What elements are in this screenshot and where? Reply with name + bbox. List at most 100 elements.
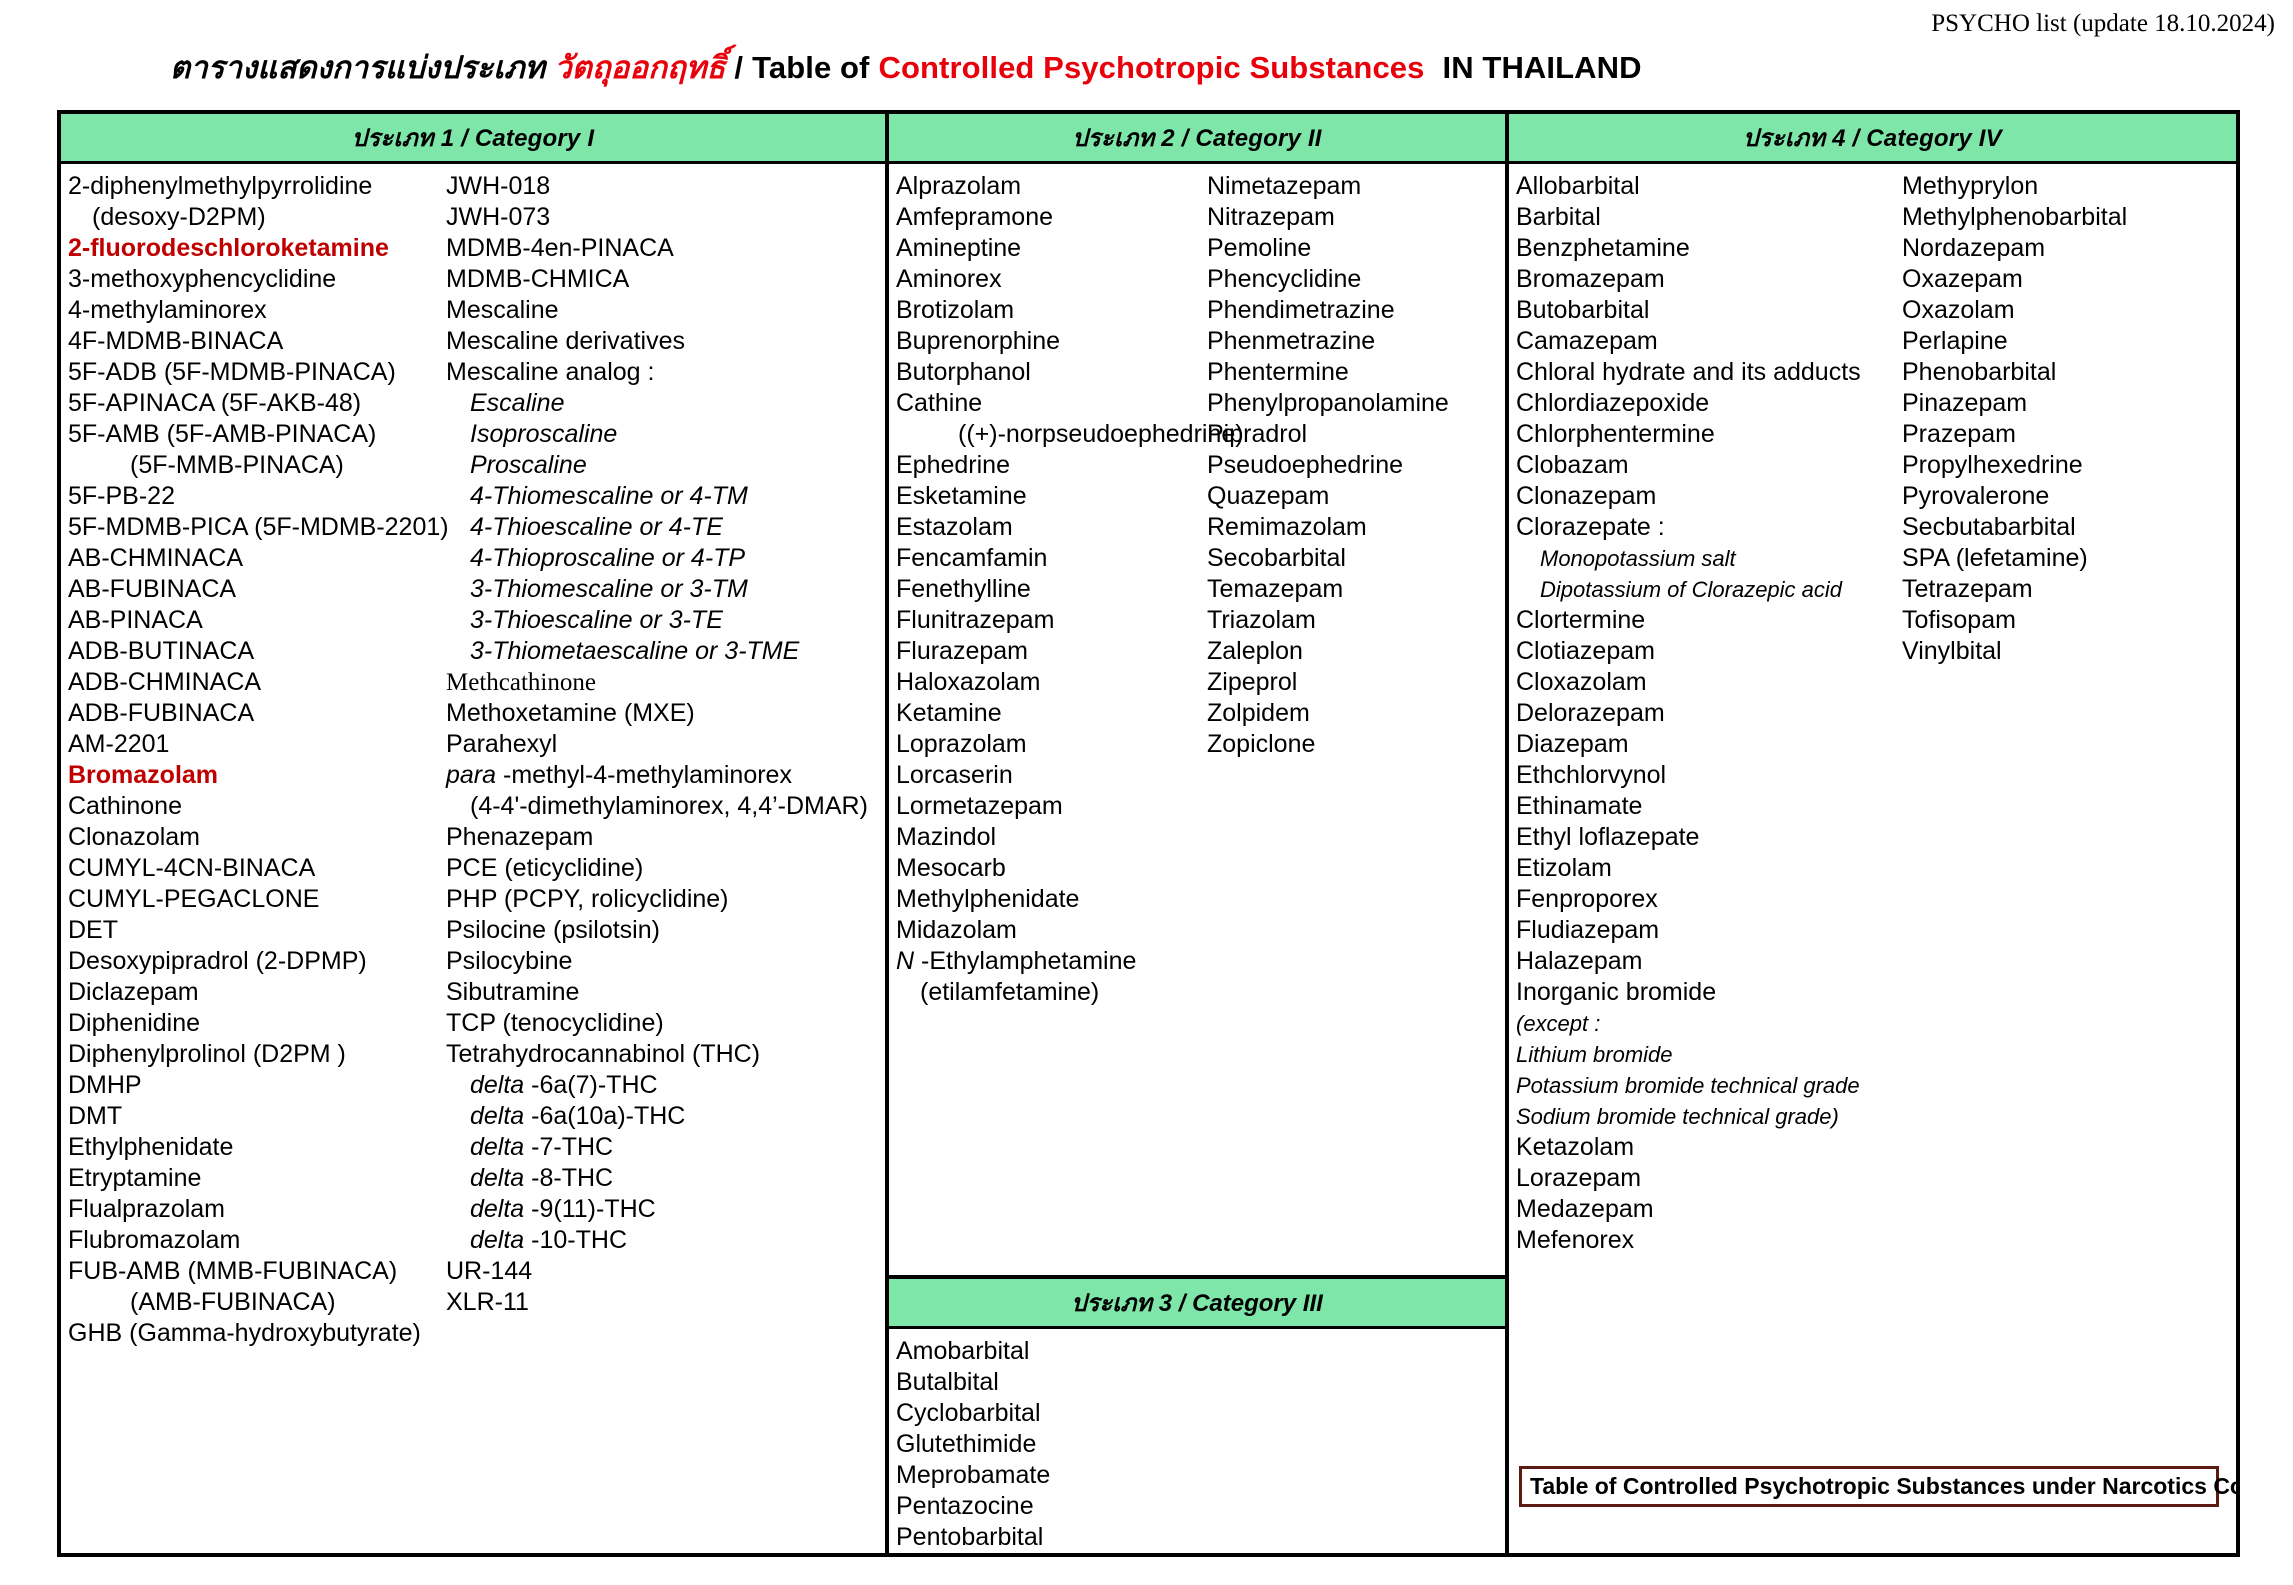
substance-entry: FUB-AMB (MMB-FUBINACA)	[68, 1257, 398, 1285]
substance-entry: Chloral hydrate and its adducts	[1516, 358, 1861, 386]
substance-entry: Parahexyl	[446, 730, 558, 758]
substance-entry: Secbutabarbital	[1902, 513, 2076, 541]
substance-entry: PCE (eticyclidine)	[446, 854, 644, 882]
substance-entry: Diphenylprolinol (D2PM )	[68, 1040, 346, 1068]
substance-entry: Nimetazepam	[1207, 172, 1362, 200]
substance-entry: Methylphenobarbital	[1902, 203, 2128, 231]
category-4-sublist-b: Methyprylon Methylphenobarbital Nordazepam…	[1902, 164, 2232, 1553]
substance-entry: Oxazolam	[1902, 296, 2015, 324]
substance-entry: Allobarbital	[1516, 172, 1640, 200]
substance-entry: Psilocine (psilotsin)	[446, 916, 660, 944]
substance-entry: Butobarbital	[1516, 296, 1650, 324]
substance-entry: Clorazepate :	[1516, 513, 1665, 541]
substance-entry: 4-Thioescaline or 4-TE	[470, 513, 723, 541]
substance-entry: delta -6a(10a)-THC	[470, 1102, 686, 1130]
substance-entry: Mescaline derivatives	[446, 327, 685, 355]
category-1-sublist-b: JWH-018 JWH-073 MDMB-4en-PINACA MDMB-CHMICA…	[446, 164, 882, 1553]
substance-entry: 4-Thioproscaline or 4-TP	[470, 544, 746, 572]
substance-entry-italic-prefix: delta	[470, 1133, 525, 1161]
substance-entry: Ketamine	[896, 699, 1002, 727]
substance-entry: 5F-AMB (5F-AMB-PINACA)	[68, 420, 377, 448]
substance-entry: Phendimetrazine	[1207, 296, 1395, 324]
substance-entry: Clortermine	[1516, 606, 1646, 634]
substance-entry: Flurazepam	[896, 637, 1028, 665]
substance-entry: Methcathinone	[446, 669, 596, 696]
substance-entry: Clonazolam	[68, 823, 201, 851]
substance-entry-italic-prefix: para	[446, 761, 497, 789]
substance-entry: Pemoline	[1207, 234, 1312, 262]
substance-entry: DET	[68, 916, 118, 944]
substance-entry: UR-144	[446, 1257, 533, 1285]
substance-entry: Ephedrine	[896, 451, 1010, 479]
substance-entry: MDMB-4en-PINACA	[446, 234, 674, 262]
substance-entry: Monopotassium salt	[1540, 546, 1736, 571]
substance-entry: Butalbital	[896, 1368, 999, 1396]
substance-entry: Phenobarbital	[1902, 358, 2057, 386]
title-slash: /	[734, 50, 744, 85]
category-4-header: ประเภท 4 / Category IV	[1509, 114, 2236, 164]
substance-entry: (4-4'-dimethylaminorex, 4,4’-DMAR)	[470, 792, 868, 820]
substance-entry: Lithium bromide	[1516, 1042, 1673, 1067]
substance-entry: 5F-ADB (5F-MDMB-PINACA)	[68, 358, 396, 386]
substance-entry-italic-prefix: delta	[470, 1195, 525, 1223]
substance-entry: JWH-073	[446, 203, 551, 231]
substance-entry: Esketamine	[896, 482, 1027, 510]
substance-entry: 2-diphenylmethylpyrrolidine	[68, 172, 373, 200]
substance-entry: Pentazocine	[896, 1492, 1034, 1520]
substance-entry: CUMYL-4CN-BINACA	[68, 854, 316, 882]
substance-entry: Cathine	[896, 389, 983, 417]
substance-entry: Brotizolam	[896, 296, 1015, 324]
substance-entry: 4F-MDMB-BINACA	[68, 327, 284, 355]
substance-entry: Secobarbital	[1207, 544, 1346, 572]
category-3-list: Amobarbital Butalbital Cyclobarbital Glutet…	[889, 1329, 1505, 1553]
substance-entry: delta -8-THC	[470, 1164, 614, 1192]
substance-entry: Pyrovalerone	[1902, 482, 2050, 510]
substance-entry: Fencamfamin	[896, 544, 1048, 572]
substance-entry: Amfepramone	[896, 203, 1054, 231]
substance-entry: Halazepam	[1516, 947, 1643, 975]
substance-entry: Amineptine	[896, 234, 1022, 262]
substance-entry: Loprazolam	[896, 730, 1027, 758]
substance-entry: Etryptamine	[68, 1164, 202, 1192]
substance-entry: DMT	[68, 1102, 123, 1130]
title-red-phrase: Controlled Psychotropic Substances	[878, 50, 1425, 85]
substance-entry: Perlapine	[1902, 327, 2008, 355]
substance-entry: Lorcaserin	[896, 761, 1013, 789]
substance-entry: Pipradrol	[1207, 420, 1308, 448]
substance-entry: Ketazolam	[1516, 1133, 1635, 1161]
substances-table: ประเภท 1 / Category I 2-diphenylmethylpy…	[57, 110, 2240, 1557]
substance-entry: AB-CHMINACA	[68, 544, 244, 572]
substance-entry: Alprazolam	[896, 172, 1022, 200]
substance-entry: 2-fluorodeschloroketamine	[68, 234, 389, 262]
substance-entry: Estazolam	[896, 513, 1013, 541]
substance-entry-italic-prefix: delta	[470, 1226, 525, 1254]
substance-entry: Ethylphenidate	[68, 1133, 234, 1161]
substance-entry: 3-Thiomescaline or 3-TM	[470, 575, 748, 603]
substance-entry: Zopiclone	[1207, 730, 1316, 758]
substance-entry: CUMYL-PEGACLONE	[68, 885, 320, 913]
substance-entry: Flubromazolam	[68, 1226, 241, 1254]
substance-entry: Pinazepam	[1902, 389, 2028, 417]
substance-entry: Potassium bromide technical grade	[1516, 1073, 1860, 1098]
substance-entry: Dipotassium of Clorazepic acid	[1540, 577, 1843, 602]
substance-entry: Pentobarbital	[896, 1523, 1044, 1551]
substance-entry: Tetrahydrocannabinol (THC)	[446, 1040, 761, 1068]
substance-entry: Phencyclidine	[1207, 265, 1362, 293]
substance-entry: (etilamfetamine)	[920, 978, 1100, 1006]
substance-entry: Glutethimide	[896, 1430, 1037, 1458]
substance-entry: Nitrazepam	[1207, 203, 1335, 231]
substance-entry: Medazepam	[1516, 1195, 1654, 1223]
substance-entry: ADB-BUTINACA	[68, 637, 255, 665]
substance-entry: (5F-MMB-PINACA)	[130, 451, 344, 479]
category-4-sublist-a: Allobarbital Barbital Benzphetamine Bromaze…	[1509, 164, 1902, 1553]
substance-entry: Desoxypipradrol (2-DPMP)	[68, 947, 367, 975]
substance-entry: Delorazepam	[1516, 699, 1665, 727]
substance-entry: Ethinamate	[1516, 792, 1643, 820]
substance-entry: MDMB-CHMICA	[446, 265, 630, 293]
substance-entry: Flunitrazepam	[896, 606, 1055, 634]
substance-entry: para -methyl-4-methylaminorex	[446, 761, 792, 789]
substance-entry-italic-prefix: N	[896, 947, 915, 975]
substance-entry: 5F-MDMB-PICA (5F-MDMB-2201)	[68, 513, 449, 541]
substance-entry: Phenazepam	[446, 823, 594, 851]
substance-entry: Buprenorphine	[896, 327, 1061, 355]
